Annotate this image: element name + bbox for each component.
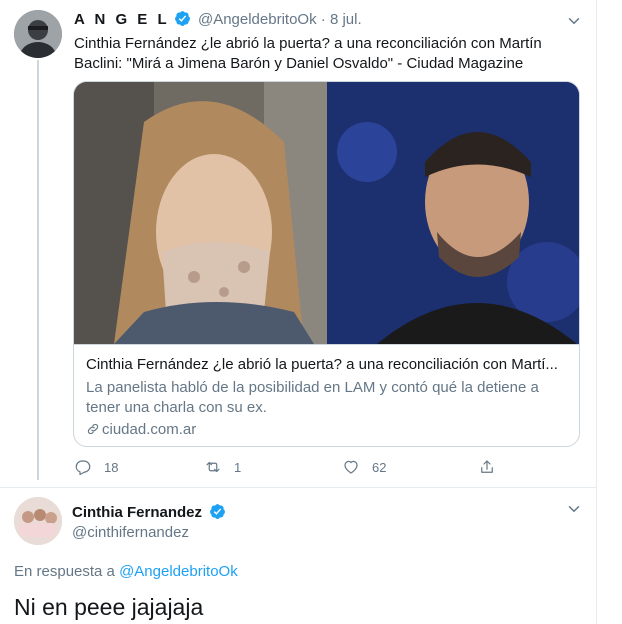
avatar[interactable] <box>14 497 62 545</box>
author-name[interactable]: A N G E L <box>74 11 170 28</box>
tweet-actions: 18 1 62 <box>74 455 514 479</box>
like-count: 62 <box>372 459 387 475</box>
tweet-date[interactable]: 8 jul. <box>330 11 362 28</box>
reply-icon <box>75 460 91 476</box>
avatar[interactable] <box>14 10 62 58</box>
card-domain: ciudad.com.ar <box>86 420 569 440</box>
card-description: La panelista habló de la posibilidad en … <box>86 379 539 416</box>
tweet-text: Cinthia Fernández ¿le abrió la puerta? a… <box>74 35 542 72</box>
author-handle[interactable]: @cinthifernandez <box>72 524 189 541</box>
author-name-row: Cinthia Fernandez <box>72 503 229 521</box>
card-image-left <box>74 82 327 344</box>
retweet-count: 1 <box>234 459 242 475</box>
author-handle[interactable]: @AngeldebritoOk <box>198 11 317 28</box>
retweet-button[interactable]: 1 <box>204 455 241 479</box>
card-image-right <box>327 82 579 344</box>
reply-count: 18 <box>104 459 119 475</box>
avatar-photo-icon <box>14 10 62 58</box>
author-name[interactable]: Cinthia Fernandez <box>72 504 202 521</box>
man-photo-icon <box>327 82 579 344</box>
tweet-text: Ni en peee jajajaja <box>14 594 204 620</box>
verified-badge-icon <box>174 11 190 26</box>
tweet-header: A N G E L @AngeldebritoOk · 8 jul. <box>74 10 362 28</box>
verified-badge-icon <box>210 504 226 519</box>
card-title: Cinthia Fernández ¿le abrió la puerta? a… <box>86 356 558 373</box>
header-separator: · <box>320 11 326 28</box>
retweet-icon <box>206 461 220 473</box>
link-icon <box>87 423 99 435</box>
share-icon <box>481 460 493 473</box>
card-image <box>74 82 579 344</box>
heart-icon <box>344 460 358 474</box>
avatar-photo-icon <box>14 497 62 545</box>
reply-mention-link[interactable]: @AngeldebritoOk <box>119 563 238 580</box>
card-domain-text: ciudad.com.ar <box>102 421 197 438</box>
reply-context: En respuesta a @AngeldebritoOk <box>14 563 238 580</box>
reply-prefix: En respuesta a <box>14 563 115 580</box>
chevron-down-icon[interactable] <box>565 500 583 518</box>
thread-connector-line <box>37 60 39 480</box>
reply-button[interactable]: 18 <box>74 455 118 479</box>
tweet-divider <box>0 487 597 488</box>
chevron-down-icon[interactable] <box>565 12 583 30</box>
share-button[interactable] <box>478 455 508 479</box>
like-button[interactable]: 62 <box>342 455 386 479</box>
card-body: Cinthia Fernández ¿le abrió la puerta? a… <box>74 344 579 446</box>
woman-masked-photo-icon <box>74 82 327 344</box>
link-preview-card[interactable]: Cinthia Fernández ¿le abrió la puerta? a… <box>73 81 580 447</box>
